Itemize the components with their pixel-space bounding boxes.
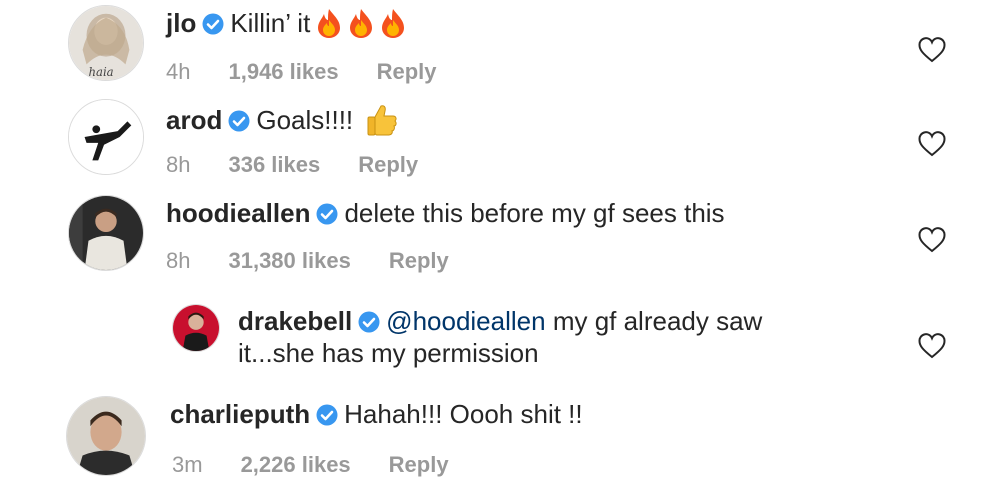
comment-meta: 4h 1,946 likes Reply — [166, 59, 475, 85]
like-heart-icon[interactable] — [918, 227, 946, 253]
comment-meta: 8h 31,380 likes Reply — [166, 248, 487, 274]
fire-emoji-icon — [316, 8, 342, 38]
username[interactable]: drakebell — [238, 306, 352, 336]
avatar-hoodieallen[interactable] — [68, 195, 144, 271]
reply-drakebell: drakebell @hoodieallen my gf already saw … — [0, 290, 1000, 390]
comment-jlo: haia jlo Killin’ it 4h 1,946 likes Reply — [0, 0, 1000, 95]
avatar-arod[interactable] — [68, 99, 144, 175]
like-heart-icon[interactable] — [918, 37, 946, 63]
reply-button[interactable]: Reply — [358, 152, 418, 177]
comment-text: Killin’ it — [230, 8, 311, 38]
verified-badge-icon — [228, 108, 250, 132]
reply-button[interactable]: Reply — [389, 452, 449, 477]
comment-hoodieallen: hoodieallen delete this before my gf sees… — [0, 190, 1000, 290]
like-heart-icon[interactable] — [918, 131, 946, 157]
timestamp: 4h — [166, 59, 191, 84]
like-heart-icon[interactable] — [918, 333, 946, 359]
reply-button[interactable]: Reply — [377, 59, 437, 84]
comment-charlieputh: charlieputh Hahah!!! Oooh shit !! 3m 2,226… — [0, 390, 1000, 493]
reply-line-2: it...she has my permission — [238, 338, 539, 368]
comment-arod: arod Goals!!!! 8h 336 likes Reply — [0, 95, 1000, 190]
comment-text: Hahah!!! Oooh shit !! — [344, 399, 583, 429]
comment-meta: 3m 2,226 likes Reply — [172, 452, 487, 478]
comment-text: Goals!!!! — [256, 105, 354, 135]
comment-line: jlo Killin’ it — [166, 8, 406, 38]
comment-line: charlieputh Hahah!!! Oooh shit !! — [170, 399, 583, 429]
comment-text: delete this before my gf sees this — [344, 198, 725, 228]
avatar-jlo[interactable]: haia — [68, 5, 144, 81]
comment-line: arod Goals!!!! — [166, 103, 397, 137]
avatar-charlieputh[interactable] — [66, 396, 146, 476]
username[interactable]: hoodieallen — [166, 198, 310, 228]
likes-count[interactable]: 31,380 likes — [228, 248, 350, 273]
likes-count[interactable]: 2,226 likes — [241, 452, 351, 477]
comment-meta: 8h 336 likes Reply — [166, 152, 456, 178]
timestamp: 8h — [166, 248, 191, 273]
thumbs-up-emoji-icon — [365, 103, 397, 137]
mention-link[interactable]: @hoodieallen — [386, 306, 545, 336]
fire-emoji-icon — [348, 8, 374, 38]
fire-emoji-icon — [380, 8, 406, 38]
reply-line-1: drakebell @hoodieallen my gf already saw — [238, 306, 762, 336]
comment-text-continued: it...she has my permission — [238, 338, 539, 368]
verified-badge-icon — [358, 309, 380, 333]
timestamp: 3m — [172, 452, 203, 477]
likes-count[interactable]: 336 likes — [228, 152, 320, 177]
likes-count[interactable]: 1,946 likes — [228, 59, 338, 84]
reply-button[interactable]: Reply — [389, 248, 449, 273]
avatar-drakebell[interactable] — [172, 304, 220, 352]
username[interactable]: charlieputh — [170, 399, 310, 429]
username[interactable]: jlo — [166, 8, 196, 38]
timestamp: 8h — [166, 152, 191, 177]
verified-badge-icon — [316, 201, 338, 225]
username[interactable]: arod — [166, 105, 222, 135]
verified-badge-icon — [316, 402, 338, 426]
comment-text: my gf already saw — [552, 306, 763, 336]
comment-line: hoodieallen delete this before my gf sees… — [166, 198, 725, 228]
verified-badge-icon — [202, 11, 224, 35]
svg-text:haia: haia — [88, 65, 113, 79]
